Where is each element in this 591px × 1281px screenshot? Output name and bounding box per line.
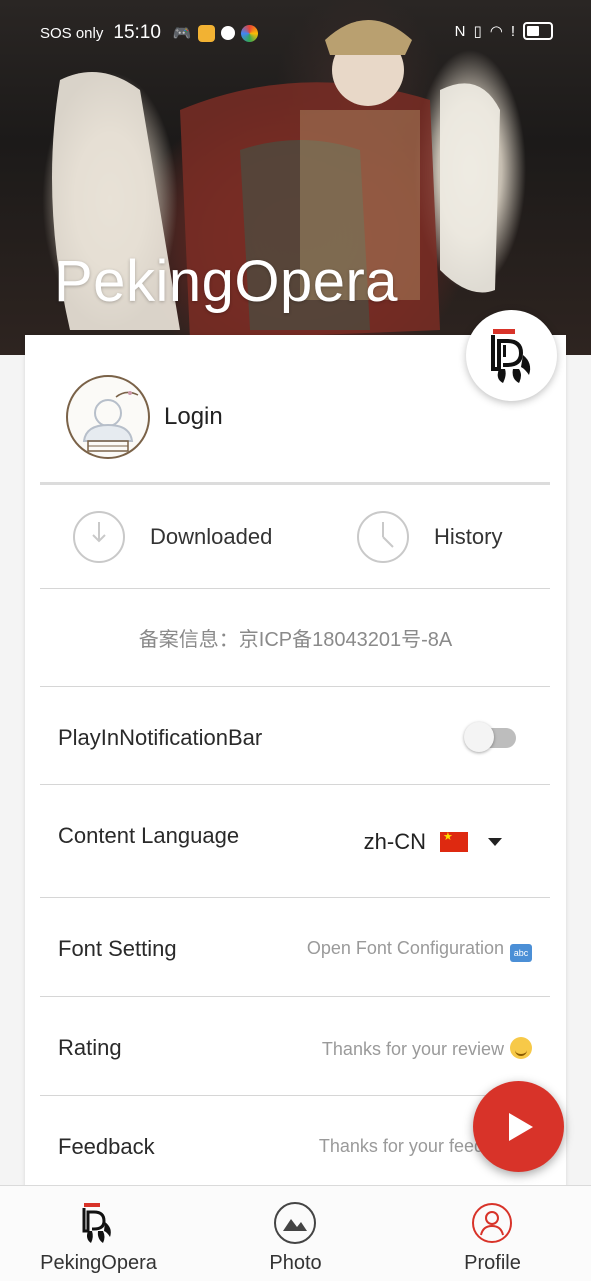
rating-hint-text: Thanks for your review bbox=[321, 1039, 504, 1059]
nav-label: Photo bbox=[269, 1252, 322, 1274]
nfc-icon: N bbox=[454, 22, 466, 40]
play-button[interactable] bbox=[473, 1081, 564, 1172]
notification-bar-setting: PlayInNotificationBar bbox=[40, 687, 550, 785]
feedback-row[interactable]: Feedback Thanks for your feedb bbox=[40, 1096, 550, 1194]
content-language-setting: Content Language zh-CN bbox=[40, 785, 550, 898]
alert-icon: ! bbox=[510, 22, 515, 40]
font-setting-hint-text: Open Font Configuration bbox=[306, 938, 504, 958]
login-label[interactable]: Login bbox=[164, 403, 223, 431]
carrier-text: SOS only bbox=[40, 24, 104, 42]
play-icon bbox=[508, 1112, 533, 1141]
profile-icon bbox=[472, 1203, 512, 1243]
nav-item-photo[interactable]: Photo bbox=[197, 1186, 394, 1281]
smile-emoji-icon bbox=[510, 1037, 532, 1059]
feedback-hint[interactable]: Thanks for your feedb bbox=[319, 1136, 494, 1157]
rating-row[interactable]: Rating Thanks for your review bbox=[40, 997, 550, 1095]
download-icon bbox=[73, 510, 125, 563]
dropdown-caret-icon bbox=[488, 838, 502, 846]
font-setting-row[interactable]: Font Setting Open Font Configuration abc bbox=[40, 898, 550, 996]
vibrate-icon: ▯ bbox=[473, 23, 482, 40]
clock-icon bbox=[357, 510, 409, 563]
downloaded-label: Downloaded bbox=[150, 523, 273, 549]
feedback-label: Feedback bbox=[58, 1134, 155, 1159]
opera-mask-logo-icon bbox=[490, 328, 530, 383]
language-dropdown[interactable]: zh-CN bbox=[364, 829, 502, 855]
clock: 15:10 bbox=[113, 22, 161, 43]
font-setting-label: Font Setting bbox=[58, 936, 177, 961]
history-button[interactable]: History bbox=[356, 485, 502, 588]
abc-icon: abc bbox=[510, 944, 532, 962]
downloaded-button[interactable]: Downloaded bbox=[72, 485, 272, 588]
nav-item-profile[interactable]: Profile bbox=[394, 1186, 591, 1281]
battery-icon bbox=[523, 22, 553, 40]
opera-mask-icon bbox=[82, 1203, 111, 1243]
nav-label: PekingOpera bbox=[40, 1252, 157, 1274]
font-setting-hint[interactable]: Open Font Configuration abc bbox=[307, 938, 532, 962]
nav-item-pekingopera[interactable]: PekingOpera bbox=[0, 1186, 197, 1281]
photo-icon bbox=[274, 1202, 316, 1244]
default-avatar-icon bbox=[82, 391, 139, 452]
nav-label: Profile bbox=[464, 1252, 521, 1274]
avatar[interactable] bbox=[66, 375, 150, 459]
language-value: zh-CN bbox=[363, 829, 426, 854]
china-flag-icon bbox=[440, 830, 468, 852]
app-logo-badge[interactable] bbox=[466, 310, 557, 401]
notification-bar-toggle[interactable] bbox=[464, 722, 516, 752]
content-language-label: Content Language bbox=[58, 823, 240, 848]
status-bar: SOS only 15:10 🎮 N ▯ ◠ ! bbox=[0, 0, 591, 66]
game-controller-icon: 🎮 bbox=[172, 25, 192, 42]
icp-record-text: 备案信息：京ICP备18043201号-8A bbox=[138, 629, 453, 651]
app-notification-icon bbox=[240, 24, 258, 42]
quick-actions: Downloaded History bbox=[40, 485, 550, 588]
notification-bar-label: PlayInNotificationBar bbox=[58, 725, 263, 750]
wifi-icon: ◠ bbox=[489, 23, 503, 40]
history-label: History bbox=[434, 523, 503, 549]
bottom-navigation: PekingOpera Photo Profile bbox=[0, 1185, 591, 1281]
notes-app-icon bbox=[197, 24, 215, 42]
rating-hint[interactable]: Thanks for your review bbox=[322, 1037, 532, 1060]
hero-title: PekingOpera bbox=[54, 249, 399, 314]
shield-icon bbox=[220, 26, 235, 40]
rating-label: Rating bbox=[58, 1035, 122, 1060]
divider bbox=[40, 588, 550, 589]
